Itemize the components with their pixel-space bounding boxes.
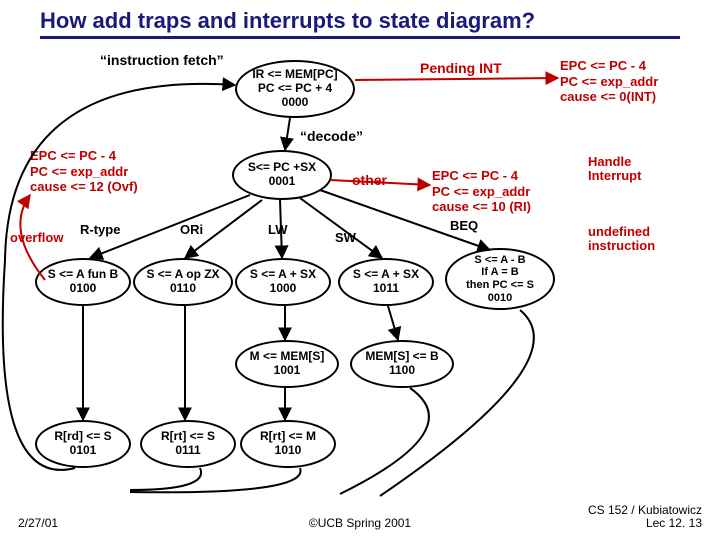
state-1010-num: 1010 xyxy=(275,444,302,458)
state-0000: IR <= MEM[PC] PC <= PC + 4 0000 xyxy=(235,60,355,118)
state-0101-num: 0101 xyxy=(70,444,97,458)
label-ori: ORi xyxy=(180,222,203,237)
state-0100: S <= A fun B 0100 xyxy=(35,258,131,306)
state-0010-l3: then PC <= S xyxy=(466,279,534,292)
state-0111-l1: R[rt] <= S xyxy=(161,430,215,444)
state-1010: R[rt] <= M 1010 xyxy=(240,420,336,468)
ri-line3: cause <= 10 (RI) xyxy=(432,199,531,215)
ovf-line2: PC <= exp_addr xyxy=(30,164,138,180)
state-1011-num: 1011 xyxy=(373,282,399,296)
state-0000-l1: IR <= MEM[PC] xyxy=(252,68,337,82)
int-line3: cause <= 0(INT) xyxy=(560,89,658,105)
state-0010-l2: If A = B xyxy=(481,266,518,279)
state-0000-l2: PC <= PC + 4 xyxy=(258,82,332,96)
state-0010: S <= A - B If A = B then PC <= S 0010 xyxy=(445,248,555,310)
state-0100-l1: S <= A fun B xyxy=(48,268,118,282)
page-title: How add traps and interrupts to state di… xyxy=(40,8,680,39)
label-handle-interrupt: Handle Interrupt xyxy=(588,155,678,184)
footer-course-l2: Lec 12. 13 xyxy=(588,517,702,530)
state-1100-num: 1100 xyxy=(389,364,415,378)
label-undefined-instruction: undefined instruction xyxy=(588,225,678,254)
state-0000-num: 0000 xyxy=(282,96,309,110)
label-overflow: overflow xyxy=(10,230,63,245)
state-0001-num: 0001 xyxy=(269,175,296,189)
int-line2: PC <= exp_addr xyxy=(560,74,658,90)
state-1010-l1: R[rt] <= M xyxy=(260,430,316,444)
label-other: other xyxy=(352,172,387,188)
label-pending-int: Pending INT xyxy=(420,60,502,76)
state-0101: R[rd] <= S 0101 xyxy=(35,420,131,468)
state-0111: R[rt] <= S 0111 xyxy=(140,420,236,468)
ri-line2: PC <= exp_addr xyxy=(432,184,531,200)
label-decode: “decode” xyxy=(300,128,363,144)
ovf-trap-box: EPC <= PC - 4 PC <= exp_addr cause <= 12… xyxy=(30,148,138,195)
label-sw: SW xyxy=(335,230,356,245)
state-0111-num: 0111 xyxy=(175,444,200,458)
footer-course: CS 152 / Kubiatowicz Lec 12. 13 xyxy=(588,504,702,530)
state-1000-num: 1000 xyxy=(270,282,297,296)
state-0101-l1: R[rd] <= S xyxy=(54,430,111,444)
state-1001-l1: M <= MEM[S] xyxy=(250,350,325,364)
ri-trap-box: EPC <= PC - 4 PC <= exp_addr cause <= 10… xyxy=(432,168,531,215)
state-0100-num: 0100 xyxy=(70,282,97,296)
state-0110-l1: S <= A op ZX xyxy=(146,268,219,282)
state-0010-num: 0010 xyxy=(488,292,512,305)
label-instruction-fetch: “instruction fetch” xyxy=(100,52,224,68)
label-lw: LW xyxy=(268,222,288,237)
ovf-line1: EPC <= PC - 4 xyxy=(30,148,138,164)
int-line1: EPC <= PC - 4 xyxy=(560,58,658,74)
state-0001: S<= PC +SX 0001 xyxy=(232,150,332,200)
int-trap-box: EPC <= PC - 4 PC <= exp_addr cause <= 0(… xyxy=(560,58,658,105)
state-1001-num: 1001 xyxy=(274,364,301,378)
state-0110: S <= A op ZX 0110 xyxy=(133,258,233,306)
state-1011-l1: S <= A + SX xyxy=(353,268,419,282)
state-1011: S <= A + SX 1011 xyxy=(338,258,434,306)
ovf-line3: cause <= 12 (Ovf) xyxy=(30,179,138,195)
label-rtype: R-type xyxy=(80,222,120,237)
state-0010-l1: S <= A - B xyxy=(474,254,525,267)
state-1100-l1: MEM[S] <= B xyxy=(365,350,438,364)
state-0110-num: 0110 xyxy=(170,282,196,296)
ri-line1: EPC <= PC - 4 xyxy=(432,168,531,184)
state-1001: M <= MEM[S] 1001 xyxy=(235,340,339,388)
label-beq: BEQ xyxy=(450,218,478,233)
state-1000-l1: S <= A + SX xyxy=(250,268,316,282)
state-1000: S <= A + SX 1000 xyxy=(235,258,331,306)
footer-course-l1: CS 152 / Kubiatowicz xyxy=(588,504,702,517)
state-0001-l1: S<= PC +SX xyxy=(248,161,316,175)
state-1100: MEM[S] <= B 1100 xyxy=(350,340,454,388)
